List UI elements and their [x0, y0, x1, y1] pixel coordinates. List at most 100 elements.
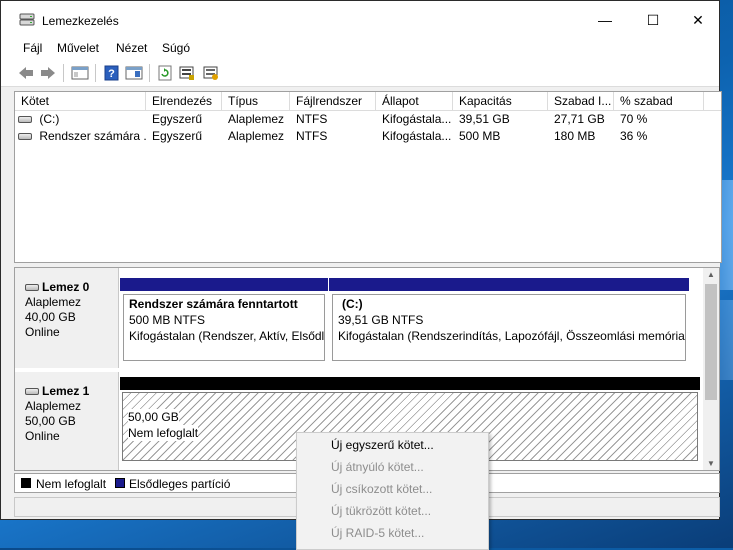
unallocated-bar: [120, 377, 700, 390]
disk-properties-icon[interactable]: [178, 65, 196, 81]
partition-body: Rendszer számára fenntartott 500 MB NTFS…: [120, 291, 328, 364]
status-cell: Kifogástala...: [382, 129, 452, 143]
disk-1-type: Alaplemez: [25, 399, 82, 413]
disk-0-name: Lemez 0: [42, 280, 90, 294]
disk-1-name: Lemez 1: [42, 384, 90, 398]
status-cell: Kifogástala...: [382, 112, 452, 126]
volume-name-cell: (C:): [15, 111, 146, 128]
partition-size-fs: 500 MB NTFS: [129, 313, 206, 327]
disk-0-size: 40,00 GB: [25, 310, 76, 324]
filesystem-cell: NTFS: [296, 112, 328, 126]
forward-arrow-icon[interactable]: [39, 65, 57, 81]
help-icon[interactable]: ?: [103, 65, 121, 81]
partition-details: (C:) 39,51 GB NTFS Kifogástalan (Rendsze…: [332, 294, 686, 361]
close-icon: ✕: [692, 11, 704, 28]
volume-icon: [18, 116, 32, 124]
primary-partition-bar: [329, 278, 689, 291]
menu-view[interactable]: Nézet: [116, 41, 147, 55]
rescan-disks-icon[interactable]: [202, 65, 220, 81]
disk-0-name-row: Lemez 0: [25, 280, 118, 295]
column-header-layout[interactable]: Elrendezés: [146, 92, 222, 110]
partition-system-reserved[interactable]: Rendszer számára fenntartott 500 MB NTFS…: [120, 278, 328, 364]
disk-1-name-row: Lemez 1: [25, 384, 118, 399]
refresh-icon[interactable]: [156, 65, 174, 81]
maximize-button[interactable]: ☐: [630, 1, 676, 39]
filesystem-cell: NTFS: [296, 129, 328, 143]
menu-action[interactable]: Művelet: [57, 41, 99, 55]
disk-0-status: Online: [25, 325, 60, 339]
context-menu: Új egyszerű kötet... Új átnyúló kötet...…: [296, 432, 489, 550]
partition-status: Kifogástalan (Rendszerindítás, Lapozófáj…: [338, 329, 686, 343]
partition-title: (C:): [342, 297, 363, 311]
volume-name: Rendszer számára ...: [39, 129, 146, 143]
menu-file[interactable]: Fájl: [23, 41, 42, 55]
legend-swatch-unallocated: [21, 478, 31, 488]
column-header-capacity[interactable]: Kapacitás: [453, 92, 548, 110]
type-cell: Alaplemez: [228, 112, 285, 126]
disk-1-status: Online: [25, 429, 60, 443]
disk-management-icon: [19, 13, 35, 26]
disk-1-label[interactable]: Lemez 1 Alaplemez 50,00 GB Online: [15, 372, 119, 470]
type-cell: Alaplemez: [228, 129, 285, 143]
legend-label-unallocated: Nem lefoglalt: [36, 477, 107, 491]
back-arrow-icon[interactable]: [17, 65, 35, 81]
hard-disk-icon: [25, 284, 39, 291]
disk-0-type: Alaplemez: [25, 295, 82, 309]
hard-disk-icon: [25, 388, 39, 395]
volume-list: Kötet Elrendezés Típus Fájlrendszer Álla…: [14, 91, 722, 263]
partition-body: (C:) 39,51 GB NTFS Kifogástalan (Rendsze…: [329, 291, 689, 364]
menu-help[interactable]: Súgó: [162, 41, 190, 55]
partition-size-fs: 39,51 GB NTFS: [338, 313, 424, 327]
column-header-free-space[interactable]: Szabad I...: [548, 92, 614, 110]
layout-cell: Egyszerű: [152, 129, 203, 143]
unallocated-size: 50,00 GB: [128, 409, 179, 425]
percent-free-cell: 36 %: [620, 129, 648, 143]
scroll-thumb[interactable]: [705, 284, 717, 400]
layout-cell: Egyszerű: [152, 112, 203, 126]
minimize-icon: —: [598, 12, 612, 28]
toolbar: ?: [1, 59, 719, 87]
scroll-down-icon[interactable]: ▼: [707, 459, 715, 468]
legend-label-primary: Elsődleges partíció: [129, 477, 231, 491]
menu-item-new-mirrored-volume[interactable]: Új tükrözött kötet...: [331, 500, 431, 522]
primary-partition-bar: [120, 278, 328, 291]
table-row[interactable]: (C:) Egyszerű Alaplemez NTFS Kifogástala…: [15, 111, 721, 128]
column-header-filesystem[interactable]: Fájlrendszer: [290, 92, 376, 110]
maximize-icon: ☐: [646, 11, 660, 28]
menu-item-new-striped-volume[interactable]: Új csíkozott kötet...: [331, 478, 432, 500]
table-row[interactable]: Rendszer számára ... Egyszerű Alaplemez …: [15, 128, 721, 145]
unallocated-label: Nem lefoglalt: [128, 425, 199, 441]
capacity-cell: 39,51 GB: [459, 112, 510, 126]
scroll-up-icon[interactable]: ▲: [707, 270, 715, 279]
menu-bar: Fájl Művelet Nézet Súgó: [1, 39, 719, 59]
toolbar-separator: [149, 64, 150, 82]
percent-free-cell: 70 %: [620, 112, 648, 126]
partition-c[interactable]: (C:) 39,51 GB NTFS Kifogástalan (Rendsze…: [329, 278, 689, 364]
volume-name-cell: Rendszer számára ...: [15, 128, 146, 145]
console-tree-icon[interactable]: [71, 65, 89, 81]
minimize-button[interactable]: —: [582, 1, 628, 39]
menu-item-new-spanned-volume[interactable]: Új átnyúló kötet...: [331, 456, 424, 478]
disk-0-label[interactable]: Lemez 0 Alaplemez 40,00 GB Online: [15, 268, 119, 368]
menu-item-new-simple-volume[interactable]: Új egyszerű kötet...: [331, 434, 434, 456]
properties-pane-icon[interactable]: [125, 65, 143, 81]
column-header-percent-free[interactable]: % szabad: [614, 92, 704, 110]
free-space-cell: 27,71 GB: [554, 112, 605, 126]
column-header-type[interactable]: Típus: [222, 92, 290, 110]
partition-status: Kifogástalan (Rendszer, Aktív, Elsődle: [129, 329, 325, 343]
title-bar: Lemezkezelés — ☐ ✕: [1, 1, 719, 39]
capacity-cell: 500 MB: [459, 129, 501, 143]
toolbar-separator: [95, 64, 96, 82]
volume-name: (C:): [39, 112, 60, 126]
menu-item-new-raid5-volume[interactable]: Új RAID-5 kötet...: [331, 522, 424, 544]
svg-text:?: ?: [108, 68, 115, 80]
column-header-volume[interactable]: Kötet: [15, 92, 146, 110]
partition-details: Rendszer számára fenntartott 500 MB NTFS…: [123, 294, 325, 361]
column-header-status[interactable]: Állapot: [376, 92, 453, 110]
vertical-scrollbar[interactable]: ▲ ▼: [703, 268, 719, 470]
disk-1-size: 50,00 GB: [25, 414, 76, 428]
close-button[interactable]: ✕: [675, 1, 721, 39]
legend-swatch-primary: [115, 478, 125, 488]
toolbar-separator: [63, 64, 64, 82]
volume-icon: [18, 133, 32, 141]
